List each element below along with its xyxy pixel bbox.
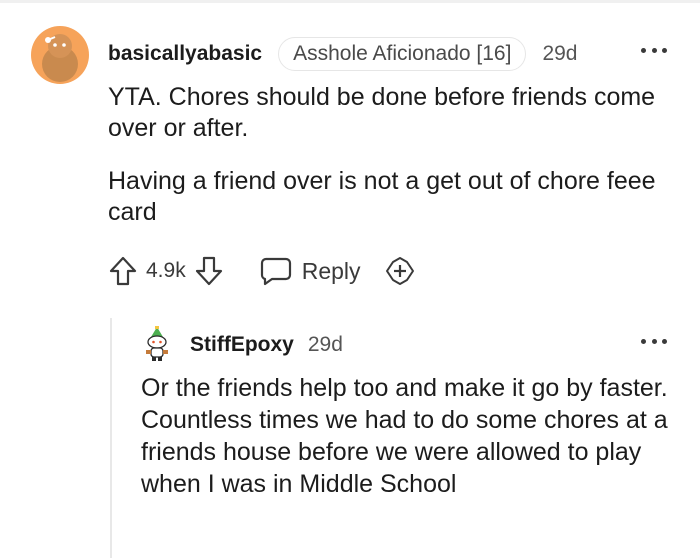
reply-meta: StiffEpoxy 29d — [190, 330, 343, 360]
comment-timestamp[interactable]: 29d — [542, 42, 577, 66]
avatar-snoo-icon — [146, 326, 168, 361]
reply-button[interactable]: Reply — [260, 256, 361, 286]
user-avatar[interactable] — [31, 26, 89, 84]
award-plus-icon[interactable] — [385, 256, 415, 286]
comment-paragraph: Having a friend over is not a get out of… — [108, 167, 656, 226]
more-options-icon[interactable] — [641, 46, 667, 54]
upvote-icon[interactable] — [108, 255, 138, 287]
thread-line[interactable] — [110, 318, 112, 558]
more-options-icon[interactable] — [641, 337, 667, 345]
comment-meta: basicallyabasic Asshole Aficionado [16] … — [108, 36, 577, 72]
comment-action-bar: 4.9k Reply — [108, 253, 415, 289]
reply-label: Reply — [301, 257, 361, 284]
comment-paragraph: YTA. Chores should be done before friend… — [108, 83, 656, 142]
reply-timestamp[interactable]: 29d — [308, 333, 343, 357]
reply-body: Or the friends help too and make it go b… — [141, 374, 668, 498]
vote-count: 4.9k — [146, 259, 186, 282]
reply-username-link[interactable]: StiffEpoxy — [190, 333, 294, 357]
username-link[interactable]: basicallyabasic — [108, 42, 262, 66]
downvote-icon[interactable] — [194, 255, 224, 287]
avatar-snoo-icon — [42, 34, 78, 82]
reply-bubble-icon — [260, 257, 291, 286]
user-flair: Asshole Aficionado [16] — [278, 37, 527, 71]
reply-avatar[interactable] — [141, 326, 173, 362]
top-divider — [0, 0, 700, 3]
